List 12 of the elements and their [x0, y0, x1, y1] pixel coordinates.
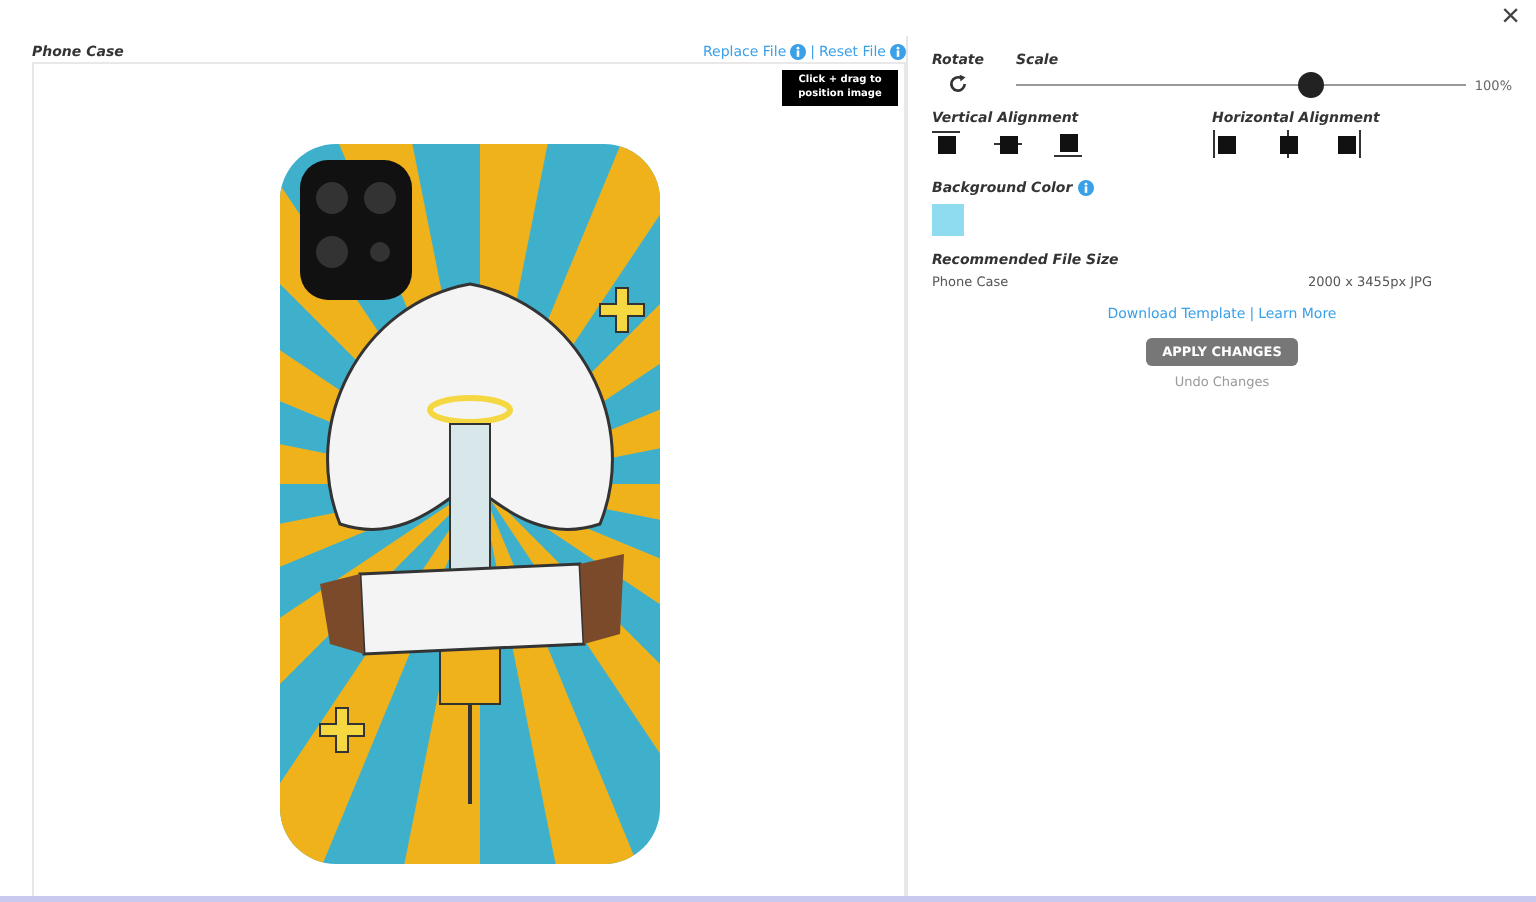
- color-swatch[interactable]: [932, 204, 964, 236]
- align-top-icon[interactable]: [932, 130, 960, 158]
- slider-thumb[interactable]: [1297, 72, 1324, 98]
- align-left-icon[interactable]: [1212, 130, 1240, 158]
- info-icon: [1078, 180, 1095, 196]
- close-button[interactable]: ×: [1493, 0, 1528, 36]
- align-middle-icon[interactable]: [993, 130, 1021, 158]
- rotate-icon[interactable]: [948, 74, 968, 94]
- info-icon: [890, 44, 906, 60]
- align-bottom-icon[interactable]: [1054, 130, 1082, 158]
- info-icon: [790, 44, 807, 60]
- align-right-icon[interactable]: [1334, 130, 1362, 158]
